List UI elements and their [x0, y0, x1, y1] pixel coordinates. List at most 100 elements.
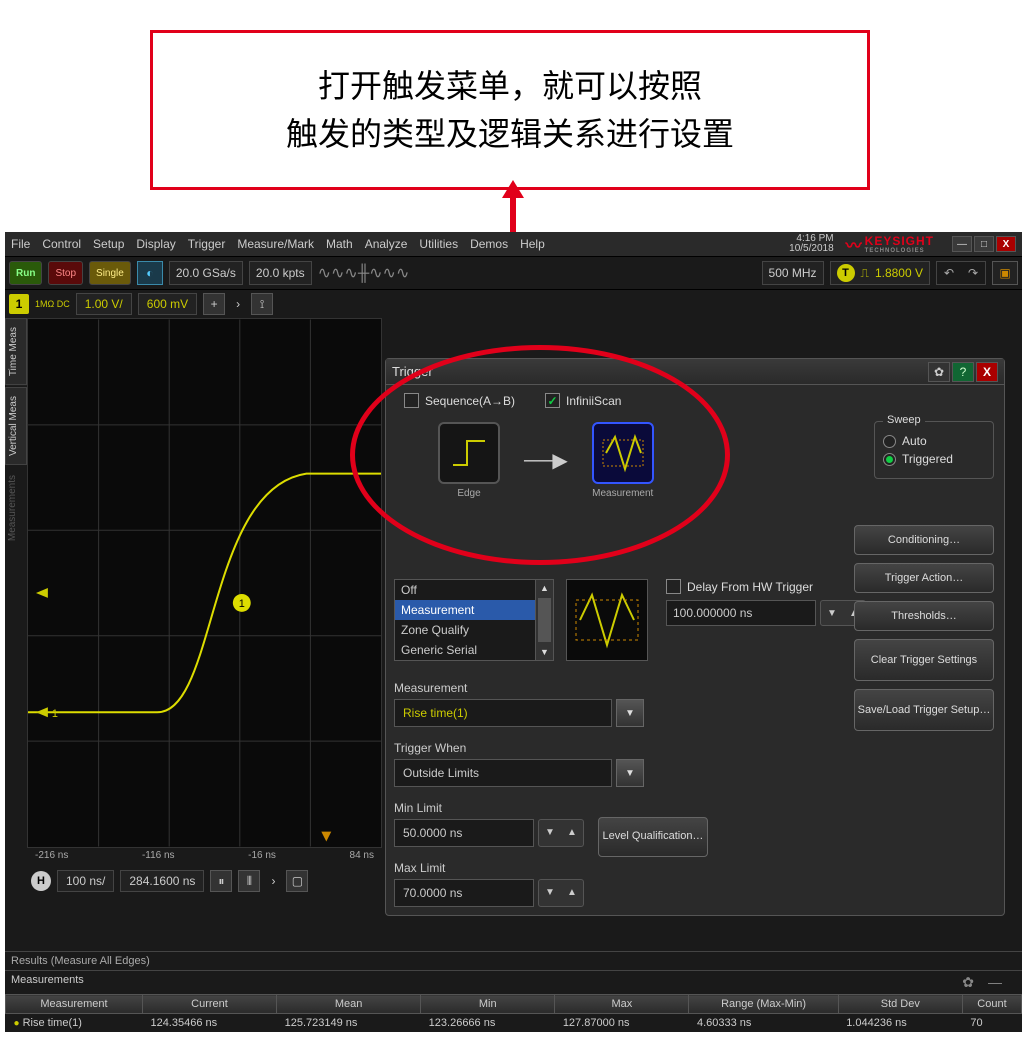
menu-trigger[interactable]: Trigger: [188, 237, 226, 251]
hbar-pause-icon[interactable]: ⏸: [210, 870, 232, 892]
save-load-trigger-button[interactable]: Save/Load Trigger Setup…: [854, 689, 994, 731]
menu-control[interactable]: Control: [42, 237, 81, 251]
sweep-auto-radio[interactable]: [883, 435, 896, 448]
mode-listbox[interactable]: Off Measurement Zone Qualify Generic Ser…: [394, 579, 554, 661]
side-tab-time-meas[interactable]: Time Meas: [5, 318, 27, 385]
screenshot-icon[interactable]: ▣: [992, 261, 1018, 285]
time-position-field[interactable]: 284.1600 ns: [120, 870, 204, 892]
single-button[interactable]: Single: [89, 261, 131, 285]
list-item-zone-qualify[interactable]: Zone Qualify: [395, 620, 553, 640]
gear-icon[interactable]: ✿: [962, 974, 974, 991]
scroll-thumb[interactable]: [538, 598, 551, 642]
sweep-triggered-radio-row[interactable]: Triggered: [883, 452, 985, 466]
list-item-generic-serial[interactable]: Generic Serial: [395, 640, 553, 660]
tool-icon[interactable]: ⟟: [251, 293, 273, 315]
menu-setup[interactable]: Setup: [93, 237, 124, 251]
trigger-action-button[interactable]: Trigger Action…: [854, 563, 994, 593]
caret-right-icon[interactable]: ›: [231, 293, 245, 315]
help-icon[interactable]: ?: [952, 362, 974, 382]
run-button[interactable]: Run: [9, 261, 42, 285]
clock-date: 10/5/2018: [789, 244, 834, 254]
max-limit-input[interactable]: 70.0000 ns: [394, 879, 534, 907]
side-tab-vertical-meas[interactable]: Vertical Meas: [5, 387, 27, 465]
col-mean[interactable]: Mean: [277, 995, 421, 1014]
spin-down-icon[interactable]: ▼: [539, 880, 561, 904]
dropdown-icon[interactable]: ▼: [616, 759, 644, 787]
channel-scale[interactable]: 1.00 V/: [76, 293, 132, 315]
maximize-button[interactable]: □: [974, 236, 994, 252]
conditioning-button[interactable]: Conditioning…: [854, 525, 994, 555]
hbar-square-icon[interactable]: ▢: [286, 870, 308, 892]
delay-checkbox[interactable]: [666, 579, 681, 594]
row-name: Rise time(1): [23, 1017, 82, 1029]
horizontal-badge-icon[interactable]: H: [31, 871, 51, 891]
spin-up-icon[interactable]: ▲: [561, 820, 583, 844]
dropdown-icon[interactable]: ▼: [616, 699, 644, 727]
close-button[interactable]: X: [996, 236, 1016, 252]
sequence-checkbox[interactable]: [404, 393, 419, 408]
measurement-flow-node[interactable]: Measurement: [588, 422, 658, 499]
menu-file[interactable]: File: [11, 237, 30, 251]
col-range[interactable]: Range (Max-Min): [689, 995, 838, 1014]
trigger-when-input[interactable]: Outside Limits: [394, 759, 612, 787]
channel-offset[interactable]: 600 mV: [138, 293, 197, 315]
side-tab-measurements[interactable]: Measurements: [5, 467, 27, 549]
memory-depth-field[interactable]: 20.0 kpts: [249, 261, 312, 285]
col-max[interactable]: Max: [555, 995, 689, 1014]
spin-down-icon[interactable]: ▼: [821, 601, 843, 625]
scroll-down-icon[interactable]: ▼: [536, 644, 553, 660]
acquire-icon[interactable]: ◐: [137, 261, 163, 285]
minimize-button[interactable]: —: [952, 236, 972, 252]
list-item-measurement[interactable]: Measurement: [395, 600, 553, 620]
undo-button[interactable]: ↶: [937, 262, 961, 284]
spin-down-icon[interactable]: ▼: [539, 820, 561, 844]
sweep-triggered-radio[interactable]: [883, 453, 896, 466]
bandwidth-field[interactable]: 500 MHz: [762, 261, 824, 285]
listbox-scrollbar[interactable]: ▲ ▼: [535, 580, 553, 660]
menu-analyze[interactable]: Analyze: [365, 237, 408, 251]
caret-right-icon[interactable]: ›: [266, 870, 280, 892]
infiniiscan-checkbox-row[interactable]: ✓ InfiniiScan: [545, 393, 621, 408]
trigger-level-field[interactable]: T ⎍ 1.8800 V: [830, 261, 930, 285]
col-count[interactable]: Count: [962, 995, 1021, 1014]
col-measurement[interactable]: Measurement: [6, 995, 143, 1014]
col-std[interactable]: Std Dev: [838, 995, 962, 1014]
level-qualification-button[interactable]: Level Qualification…: [598, 817, 708, 857]
menu-demos[interactable]: Demos: [470, 237, 508, 251]
thresholds-button[interactable]: Thresholds…: [854, 601, 994, 631]
delay-checkbox-row[interactable]: Delay From HW Trigger: [666, 579, 866, 594]
menu-utilities[interactable]: Utilities: [419, 237, 458, 251]
spin-up-icon[interactable]: ▲: [561, 880, 583, 904]
sample-rate-field[interactable]: 20.0 GSa/s: [169, 261, 243, 285]
callout-line1: 打开触发菜单，就可以按照: [318, 68, 702, 104]
measurement-field-input[interactable]: Rise time(1): [394, 699, 612, 727]
sweep-auto-radio-row[interactable]: Auto: [883, 434, 985, 448]
clear-trigger-button[interactable]: Clear Trigger Settings: [854, 639, 994, 681]
menu-measure[interactable]: Measure/Mark: [237, 237, 314, 251]
delay-value-input[interactable]: 100.000000 ns: [666, 600, 816, 626]
channel-badge[interactable]: 1: [9, 294, 29, 314]
col-current[interactable]: Current: [142, 995, 276, 1014]
scroll-up-icon[interactable]: ▲: [536, 580, 553, 596]
add-button[interactable]: +: [203, 293, 225, 315]
collapse-icon[interactable]: —: [988, 974, 1002, 991]
redo-button[interactable]: ↷: [961, 262, 985, 284]
table-row[interactable]: ● Rise time(1) 124.35466 ns 125.723149 n…: [6, 1014, 1022, 1033]
sequence-checkbox-row[interactable]: Sequence(A→B): [404, 393, 515, 408]
channel-bar: 1 1MΩ DC 1.00 V/ 600 mV + › ⟟: [5, 290, 1022, 318]
settings-icon[interactable]: ✿: [928, 362, 950, 382]
menu-math[interactable]: Math: [326, 237, 353, 251]
infiniiscan-checkbox[interactable]: ✓: [545, 393, 560, 408]
time-scale-field[interactable]: 100 ns/: [57, 870, 114, 892]
menu-help[interactable]: Help: [520, 237, 545, 251]
hbar-bars-icon[interactable]: ⦀: [238, 870, 260, 892]
stop-button[interactable]: Stop: [48, 261, 83, 285]
edge-flow-node[interactable]: Edge: [434, 422, 504, 499]
min-limit-input[interactable]: 50.0000 ns: [394, 819, 534, 847]
col-min[interactable]: Min: [421, 995, 555, 1014]
waveform-display[interactable]: 1 1: [27, 318, 382, 848]
list-item-off[interactable]: Off: [395, 580, 553, 600]
dialog-close-button[interactable]: X: [976, 362, 998, 382]
dialog-titlebar[interactable]: Trigger ✿ ? X: [386, 359, 1004, 385]
menu-display[interactable]: Display: [136, 237, 175, 251]
